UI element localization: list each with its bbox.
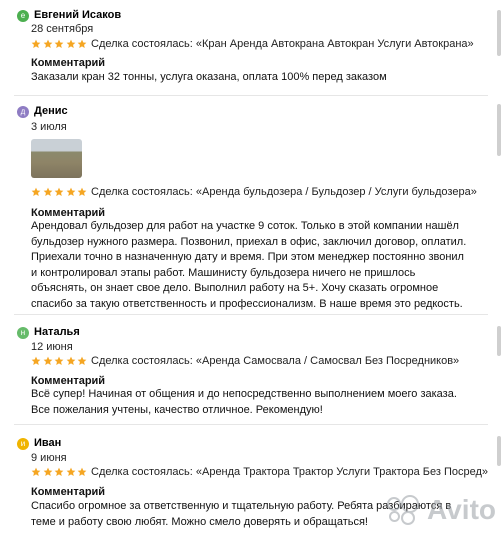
star-icon	[66, 39, 76, 49]
scrollbar-thumb[interactable]	[497, 104, 501, 156]
deal-info: Сделка состоялась: «Аренда Самосвала / С…	[91, 355, 460, 367]
reviewer-name[interactable]: Евгений Исаков	[34, 9, 121, 21]
star-icon	[31, 467, 41, 477]
reviewer-name[interactable]: Иван	[34, 437, 61, 449]
divider	[14, 95, 488, 96]
review-date: 3 июля	[31, 121, 67, 133]
star-icon	[31, 356, 41, 366]
divider	[14, 314, 488, 315]
review-date: 28 сентября	[31, 23, 94, 35]
comment-title: Комментарий	[31, 57, 106, 69]
reviewer-name[interactable]: Наталья	[34, 326, 80, 338]
avito-watermark: Avito	[387, 494, 496, 526]
rating-stars	[31, 39, 89, 51]
star-icon	[77, 467, 87, 477]
watermark-text: Avito	[427, 494, 496, 525]
avatar[interactable]: и	[17, 438, 29, 450]
reviewer-name[interactable]: Денис	[34, 105, 68, 117]
avito-logo-icon	[387, 495, 421, 525]
star-icon	[54, 356, 64, 366]
avatar[interactable]: н	[17, 327, 29, 339]
star-icon	[77, 39, 87, 49]
star-icon	[43, 467, 53, 477]
star-icon	[43, 356, 53, 366]
star-icon	[31, 187, 41, 197]
star-icon	[54, 187, 64, 197]
deal-info: Сделка состоялась: «Кран Аренда Автокран…	[91, 38, 474, 50]
rating-stars	[31, 467, 89, 479]
divider	[14, 424, 488, 425]
star-icon	[66, 356, 76, 366]
comment-title: Комментарий	[31, 375, 106, 387]
comment-title: Комментарий	[31, 207, 106, 219]
rating-stars	[31, 187, 89, 199]
star-icon	[43, 187, 53, 197]
comment-text: Всё супер! Начиная от общения и до непос…	[31, 388, 457, 416]
scrollbar-thumb[interactable]	[497, 436, 501, 466]
review-date: 12 июня	[31, 341, 73, 353]
comment-text: Заказали кран 32 тонны, услуга оказана, …	[31, 71, 387, 83]
star-icon	[43, 39, 53, 49]
star-icon	[77, 187, 87, 197]
star-icon	[66, 187, 76, 197]
avatar[interactable]: д	[17, 106, 29, 118]
review-date: 9 июня	[31, 452, 67, 464]
comment-title: Комментарий	[31, 486, 106, 498]
star-icon	[77, 356, 87, 366]
comment-text: Арендовал бульдозер для работ на участке…	[31, 220, 467, 310]
deal-info: Сделка состоялась: «Аренда Трактора Трак…	[91, 466, 489, 478]
star-icon	[54, 467, 64, 477]
avatar[interactable]: e	[17, 10, 29, 22]
star-icon	[54, 39, 64, 49]
star-icon	[66, 467, 76, 477]
rating-stars	[31, 356, 89, 368]
star-icon	[31, 39, 41, 49]
deal-info: Сделка состоялась: «Аренда бульдозера / …	[91, 186, 477, 198]
scrollbar-thumb[interactable]	[497, 10, 501, 56]
scrollbar-thumb[interactable]	[497, 326, 501, 356]
review-photo[interactable]	[31, 139, 82, 178]
